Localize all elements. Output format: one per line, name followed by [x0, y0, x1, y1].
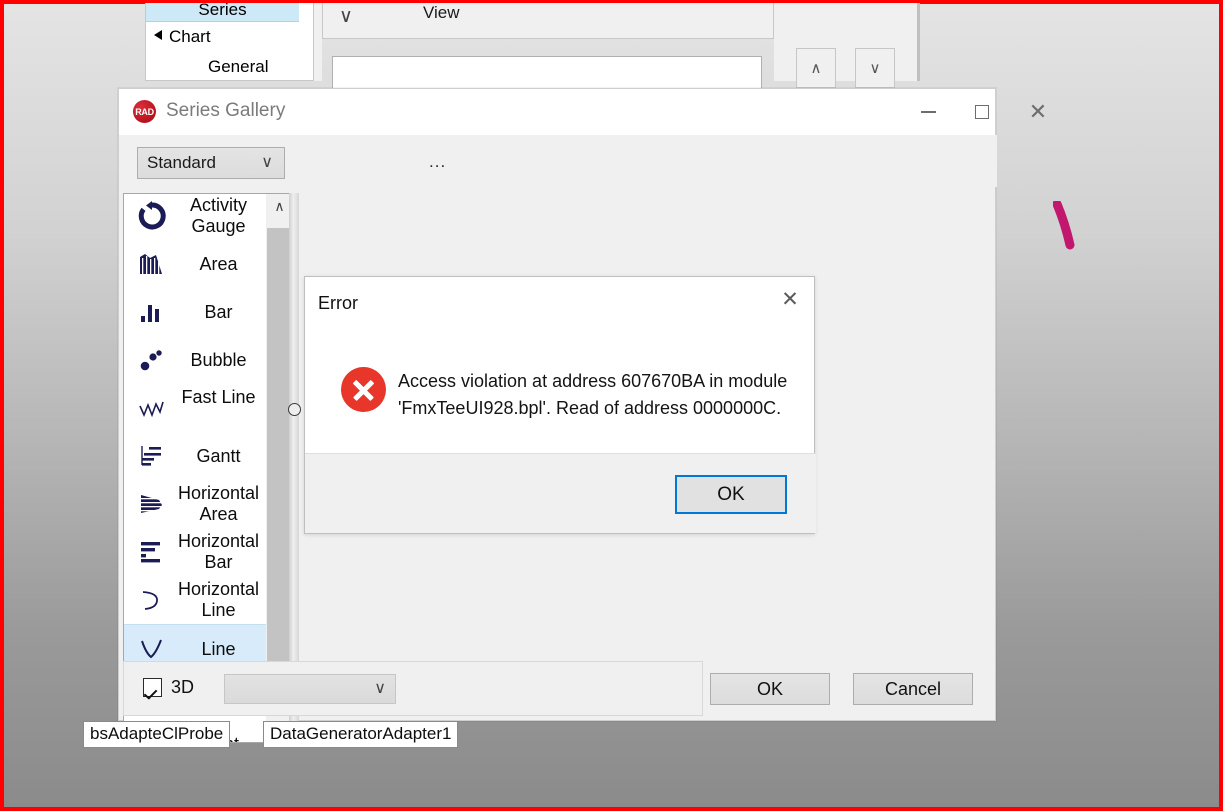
gallery-action-group: OK Cancel	[705, 661, 993, 716]
background-structure-tree: Series Chart General	[145, 0, 314, 81]
background-panel-edge	[917, 3, 920, 81]
chevron-down-icon[interactable]: ∨	[339, 5, 353, 27]
three-d-checkbox-label: 3D	[171, 677, 195, 697]
annotated-screenshot-root: Series Chart General ∨ View ∧ ∨ RAD Seri…	[0, 0, 1223, 811]
gantt-chart-icon	[137, 441, 167, 471]
tree-item-series-label: Series	[198, 0, 247, 19]
maximize-button[interactable]	[959, 89, 1005, 135]
series-list-item[interactable]: Horizontal Bar	[124, 528, 267, 576]
rad-studio-logo-icon: RAD	[133, 100, 156, 123]
move-up-button[interactable]: ∧	[796, 48, 836, 88]
three-d-checkbox[interactable]: 3D	[143, 677, 194, 698]
close-button[interactable]: ✕	[1015, 89, 1061, 135]
error-dialog-close-button[interactable]: ✕	[770, 281, 810, 317]
gallery-toolbar: Standard ∨ ...	[119, 135, 997, 187]
line-chart-icon	[137, 634, 167, 664]
tree-item-general[interactable]: General	[208, 57, 268, 77]
series-list-item-label: Activity Gauge	[189, 195, 247, 236]
series-list-item-label: Horizontal Area	[177, 483, 260, 524]
error-dialog-footer: OK	[305, 453, 816, 533]
horizontal-area-icon	[137, 489, 167, 519]
component-label[interactable]: DataGeneratorAdapter1	[263, 721, 459, 748]
splitter-handle-dot[interactable]	[288, 403, 301, 416]
bubble-chart-icon	[137, 345, 167, 375]
tree-item-chart-label: Chart	[169, 27, 211, 46]
gallery-title: Series Gallery	[166, 100, 286, 121]
gallery-titlebar[interactable]: RAD Series Gallery ✕	[119, 89, 1047, 135]
area-chart-icon	[137, 249, 167, 279]
error-cross-icon	[341, 367, 386, 412]
horizontal-bar-icon	[137, 537, 167, 567]
minimize-icon	[920, 111, 936, 113]
chevron-down-icon: ∨	[261, 152, 273, 171]
series-list-item[interactable]: Horizontal Line	[124, 576, 267, 624]
series-list-item-label: Gantt	[196, 446, 241, 466]
series-list-item[interactable]: Horizontal Area	[124, 480, 267, 528]
tree-item-series[interactable]: Series	[146, 0, 299, 22]
series-list-item-label: Fast Line	[181, 387, 256, 407]
move-down-button[interactable]: ∨	[855, 48, 895, 88]
error-dialog: Error ✕ Access violation at address 6076…	[304, 276, 816, 534]
error-message-text: Access violation at address 607670BA in …	[398, 371, 788, 418]
pen-annotation-mark	[1053, 201, 1075, 250]
gallery-options-group: 3D ∨	[123, 661, 703, 716]
checkbox-checked-icon[interactable]	[143, 678, 162, 697]
error-ok-button[interactable]: OK	[675, 475, 787, 514]
palette-select-value: Standard	[147, 153, 216, 172]
series-list-item-label: Bar	[204, 302, 233, 322]
minimize-button[interactable]	[905, 89, 951, 135]
gallery-ok-button[interactable]: OK	[710, 673, 830, 705]
pane-splitter[interactable]	[314, 3, 322, 81]
series-list-item[interactable]: Area	[124, 240, 267, 288]
tree-item-general-label: General	[208, 57, 269, 76]
error-dialog-title: Error	[318, 293, 358, 313]
series-list-item-label: Area	[199, 254, 238, 274]
series-list-item[interactable]: Fast Line	[124, 384, 267, 432]
activity-gauge-icon	[137, 201, 167, 231]
palette-select[interactable]: Standard ∨	[137, 147, 285, 179]
view-header-label: View	[423, 3, 460, 22]
bar-chart-icon	[137, 297, 167, 327]
component-label[interactable]: bsAdapteClProbe	[83, 721, 231, 748]
series-list-item[interactable]: Bubble	[124, 336, 267, 384]
series-list-item[interactable]: Bar	[124, 288, 267, 336]
horizontal-line-icon	[137, 585, 167, 615]
tree-item-chart[interactable]: Chart	[154, 27, 211, 47]
series-list-item-label: Horizontal Bar	[177, 531, 260, 572]
expand-triangle-icon[interactable]	[154, 30, 162, 40]
background-view-header: ∨ View	[322, 3, 774, 39]
maximize-icon	[975, 105, 989, 119]
gallery-bottom-bar: 3D ∨ OK Cancel	[123, 661, 993, 716]
style-select[interactable]: ∨	[224, 674, 396, 704]
more-options-button[interactable]: ...	[429, 153, 446, 170]
series-list-item[interactable]: Gantt	[124, 432, 267, 480]
fast-line-icon	[137, 393, 167, 423]
chevron-down-icon: ∨	[374, 678, 386, 697]
gallery-cancel-button[interactable]: Cancel	[853, 673, 973, 705]
series-list-item-label: Bubble	[190, 350, 247, 370]
series-list-item[interactable]: Activity Gauge	[124, 194, 267, 240]
series-list-item-label: Horizontal Line	[177, 579, 260, 620]
